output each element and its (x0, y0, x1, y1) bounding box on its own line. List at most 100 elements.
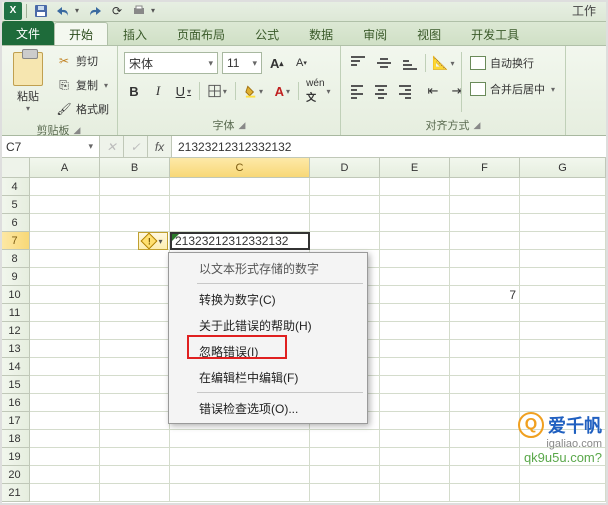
cell[interactable] (520, 250, 606, 268)
tab-formulas[interactable]: 公式 (240, 22, 294, 45)
cell[interactable] (520, 304, 606, 322)
cell[interactable] (520, 178, 606, 196)
cell[interactable] (520, 196, 606, 214)
col-header-C[interactable]: C (170, 158, 310, 177)
undo-icon[interactable] (53, 2, 73, 20)
tab-home[interactable]: 开始 (54, 22, 108, 45)
undo-dropdown-icon[interactable]: ▾ (75, 6, 83, 15)
cell[interactable] (520, 484, 606, 502)
row-header[interactable]: 16 (0, 394, 30, 412)
alignment-dialog-launcher-icon[interactable]: ◢ (474, 120, 481, 131)
tab-developer[interactable]: 开发工具 (456, 22, 534, 45)
cell[interactable] (30, 448, 100, 466)
col-header-D[interactable]: D (310, 158, 380, 177)
cell[interactable] (450, 484, 520, 502)
align-right-button[interactable] (395, 80, 415, 102)
row-header[interactable]: 21 (0, 484, 30, 502)
ctx-edit-in-formula-bar[interactable]: 在编辑栏中编辑(F) (169, 364, 367, 390)
cell[interactable] (520, 466, 606, 484)
cell[interactable] (30, 196, 100, 214)
cell[interactable] (310, 214, 380, 232)
cell[interactable] (380, 340, 450, 358)
align-center-button[interactable] (371, 80, 391, 102)
cell[interactable] (380, 394, 450, 412)
cell[interactable] (450, 196, 520, 214)
row-header[interactable]: 11 (0, 304, 30, 322)
col-header-B[interactable]: B (100, 158, 170, 177)
cell[interactable] (100, 286, 170, 304)
paste-button[interactable]: 粘贴 ▾ (6, 48, 50, 113)
tab-view[interactable]: 视图 (402, 22, 456, 45)
cell[interactable] (100, 268, 170, 286)
save-icon[interactable] (31, 2, 51, 20)
tab-page-layout[interactable]: 页面布局 (162, 22, 240, 45)
cell[interactable] (380, 376, 450, 394)
italic-button[interactable]: I (148, 80, 168, 102)
tab-review[interactable]: 审阅 (348, 22, 402, 45)
cell[interactable] (450, 412, 520, 430)
cell[interactable] (450, 376, 520, 394)
error-smart-tag[interactable]: ! ▾ (138, 232, 168, 250)
cell[interactable] (520, 340, 606, 358)
shrink-font-button[interactable]: A▾ (291, 52, 311, 74)
cell[interactable] (100, 376, 170, 394)
row-header[interactable]: 7 (0, 232, 30, 250)
cell[interactable] (310, 484, 380, 502)
cell[interactable] (310, 466, 380, 484)
cell[interactable] (450, 448, 520, 466)
row-header[interactable]: 17 (0, 412, 30, 430)
cell[interactable] (30, 232, 100, 250)
align-middle-button[interactable] (373, 52, 395, 74)
cell[interactable] (520, 394, 606, 412)
cell[interactable] (380, 304, 450, 322)
cell[interactable] (170, 178, 310, 196)
cut-button[interactable]: ✂剪切 (54, 50, 111, 72)
cell[interactable] (30, 466, 100, 484)
qat-customize-dropdown-icon[interactable]: ▾ (151, 6, 159, 15)
merge-center-button[interactable]: 合并后居中▾ (466, 78, 559, 100)
cell[interactable]: 7 (450, 286, 520, 304)
cell[interactable] (450, 304, 520, 322)
cell[interactable] (520, 214, 606, 232)
copy-button[interactable]: ⎘复制▾ (54, 74, 111, 96)
cell[interactable] (170, 430, 310, 448)
increase-indent-button[interactable]: ⇥ (447, 80, 467, 102)
cell[interactable] (380, 286, 450, 304)
cell[interactable] (450, 394, 520, 412)
insert-function-button[interactable]: fx (148, 136, 172, 158)
font-name-combo[interactable]: 宋体▾ (124, 52, 218, 74)
ctx-error-check-options[interactable]: 错误检查选项(O)... (169, 395, 367, 421)
ctx-ignore-error[interactable]: 忽略错误(I) (169, 338, 367, 364)
select-all-corner[interactable] (0, 158, 30, 177)
cell[interactable] (100, 484, 170, 502)
row-header[interactable]: 6 (0, 214, 30, 232)
cell[interactable] (380, 358, 450, 376)
cell[interactable] (30, 304, 100, 322)
orientation-button[interactable]: 📐▾ (430, 52, 457, 74)
cell[interactable] (30, 286, 100, 304)
cell[interactable] (310, 430, 380, 448)
repeat-icon[interactable]: ⟳ (107, 2, 127, 20)
cell[interactable] (30, 394, 100, 412)
tab-file[interactable]: 文件 (2, 21, 54, 45)
print-preview-icon[interactable] (129, 2, 149, 20)
ctx-convert-to-number[interactable]: 转换为数字(C) (169, 286, 367, 312)
cell[interactable] (310, 178, 380, 196)
borders-button[interactable]: ▾ (204, 80, 231, 102)
cell[interactable] (380, 196, 450, 214)
row-header[interactable]: 5 (0, 196, 30, 214)
cell[interactable] (450, 430, 520, 448)
cell[interactable] (170, 448, 310, 466)
cell[interactable] (380, 268, 450, 286)
cell[interactable] (450, 250, 520, 268)
font-color-button[interactable]: A▾ (271, 80, 294, 102)
cell[interactable] (100, 196, 170, 214)
cell[interactable] (310, 232, 380, 250)
cell[interactable] (380, 214, 450, 232)
cell[interactable] (100, 466, 170, 484)
underline-button[interactable]: U▾ (172, 80, 195, 102)
cell[interactable] (520, 286, 606, 304)
cell[interactable] (380, 322, 450, 340)
cell[interactable] (170, 232, 310, 250)
cell[interactable] (380, 250, 450, 268)
